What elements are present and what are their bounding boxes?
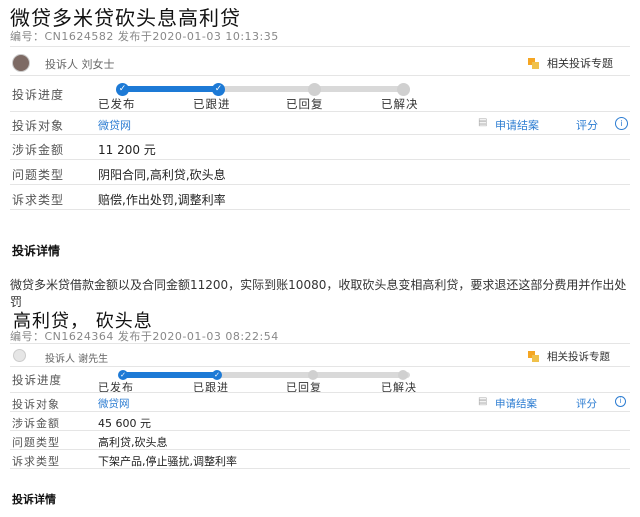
topic-icon xyxy=(528,351,541,362)
step-label-replied: 已回复 xyxy=(286,97,324,111)
target-link[interactable]: 微贷网 xyxy=(98,117,131,133)
step-dot-followed: ✓ xyxy=(212,83,225,96)
divider xyxy=(10,366,630,367)
apply-close-button[interactable]: 申请结案 xyxy=(495,396,537,411)
step-dot-replied xyxy=(308,83,321,96)
amount-value: 45 600 元 xyxy=(98,417,151,430)
progress-fill xyxy=(122,372,218,378)
step-label-resolved: 已解决 xyxy=(381,97,419,111)
issue-label: 问题类型 xyxy=(12,436,60,449)
progress-tracker: ✓ ✓ xyxy=(116,83,410,96)
complainer-name: 投诉人 谢先生 xyxy=(45,354,109,365)
progress-track xyxy=(122,86,410,92)
progress-label: 投诉进度 xyxy=(12,88,65,102)
divider xyxy=(10,159,630,160)
step-label-published: 已发布 xyxy=(98,97,136,111)
related-topic-link[interactable]: 相关投诉专题 xyxy=(528,349,610,364)
rate-button[interactable]: 评分 xyxy=(576,117,598,133)
progress-label: 投诉进度 xyxy=(12,373,62,387)
issue-label: 问题类型 xyxy=(12,168,65,182)
details-text: 微贷多米贷借款金额以及合同金额11200，实际到账10080，收取砍头息变相高利… xyxy=(10,278,627,309)
progress-fill xyxy=(122,86,218,92)
step-label-followed: 已跟进 xyxy=(193,97,231,111)
info-icon[interactable]: i xyxy=(615,396,626,407)
step-dot-resolved xyxy=(397,83,410,96)
apply-close-button[interactable]: 申请结案 xyxy=(495,117,539,133)
divider xyxy=(10,134,630,135)
step-dot-published: ✓ xyxy=(116,83,129,96)
avatar xyxy=(12,54,30,72)
divider xyxy=(10,111,630,112)
document-icon: ▤ xyxy=(478,117,488,128)
divider xyxy=(10,392,630,393)
issue-value: 阴阳合同,高利贷,砍头息 xyxy=(98,168,226,182)
target-label: 投诉对象 xyxy=(12,398,60,411)
target-link[interactable]: 微贷网 xyxy=(98,396,130,411)
issue-value: 高利贷,砍头息 xyxy=(98,436,168,449)
rate-button[interactable]: 评分 xyxy=(576,396,597,411)
amount-label: 涉诉金额 xyxy=(12,143,65,157)
avatar xyxy=(13,349,26,362)
details-heading: 投诉详情 xyxy=(12,493,56,506)
progress-tracker: ✓ ✓ xyxy=(118,370,410,380)
divider xyxy=(10,449,630,450)
amount-value: 11 200 元 xyxy=(98,143,156,157)
divider xyxy=(10,209,630,210)
divider xyxy=(10,75,630,76)
info-icon[interactable]: i xyxy=(615,117,628,130)
amount-label: 涉诉金额 xyxy=(12,417,60,430)
demand-value: 下架产品,停止骚扰,调整利率 xyxy=(98,455,237,468)
complainer-name: 投诉人 刘女士 xyxy=(45,58,115,71)
related-topic-label: 相关投诉专题 xyxy=(547,57,613,70)
target-label: 投诉对象 xyxy=(12,119,65,133)
divider xyxy=(10,184,630,185)
complaint-meta: 编号：CN1624582 发布于2020-01-03 10:13:35 xyxy=(10,30,279,43)
divider xyxy=(10,46,630,47)
demand-label: 诉求类型 xyxy=(12,455,60,468)
topic-icon xyxy=(528,57,541,69)
details-heading: 投诉详情 xyxy=(12,244,61,258)
progress-track xyxy=(122,372,410,378)
divider xyxy=(10,343,630,344)
related-topic-label: 相关投诉专题 xyxy=(547,351,610,363)
demand-value: 赔偿,作出处罚,调整利率 xyxy=(98,193,226,207)
complaint-title[interactable]: 微贷多米贷砍头息高利贷 xyxy=(10,2,241,31)
divider xyxy=(10,430,630,431)
complaint-meta: 编号：CN1624364 发布于2020-01-03 08:22:54 xyxy=(10,330,279,343)
divider xyxy=(10,411,630,412)
document-icon: ▤ xyxy=(478,396,488,407)
related-topic-link[interactable]: 相关投诉专题 xyxy=(528,55,613,71)
demand-label: 诉求类型 xyxy=(12,193,65,207)
divider xyxy=(10,468,630,469)
